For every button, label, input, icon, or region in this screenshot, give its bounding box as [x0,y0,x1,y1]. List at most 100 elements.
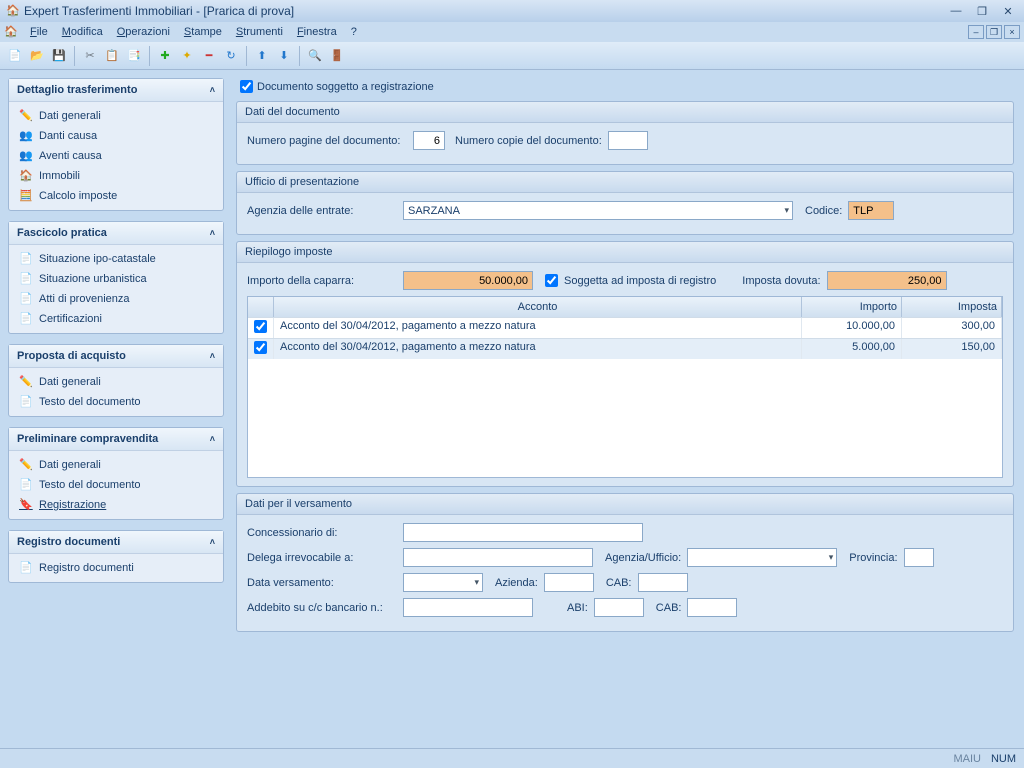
grid-col-acconto[interactable]: Acconto [274,297,802,317]
codice-input[interactable] [848,201,894,220]
panel-header[interactable]: Preliminare compravendita˄ [9,428,223,451]
copy-icon[interactable]: 📋 [103,47,121,65]
panel-header[interactable]: Fascicolo pratica˄ [9,222,223,245]
abi-input[interactable] [594,598,644,617]
concess-label: Concessionario di: [247,527,397,539]
menu-strumenti[interactable]: Strumenti [230,24,289,40]
open-icon[interactable]: 📂 [28,47,46,65]
delete-icon[interactable]: ━ [200,47,218,65]
cab2-input[interactable] [687,598,737,617]
menu-file[interactable]: File [24,24,54,40]
nav-item[interactable]: ✏️Dati generali [9,455,223,475]
chevron-up-icon: ˄ [210,85,215,95]
nav-label: Situazione ipo-catastale [39,253,156,265]
up-icon[interactable]: ⬆ [253,47,271,65]
nav-icon: 📄 [19,252,33,266]
nav-item[interactable]: 📄Testo del documento [9,475,223,495]
nav-label: Calcolo imposte [39,190,117,202]
sidebar-panel: Dettaglio trasferimento˄✏️Dati generali👥… [8,78,224,211]
paste-icon[interactable]: 📑 [125,47,143,65]
soggetta-checkbox[interactable] [545,274,558,287]
nav-item[interactable]: 🔖Registrazione [9,495,223,515]
menu-finestra[interactable]: Finestra [291,24,343,40]
addebito-input[interactable] [403,598,533,617]
nav-item[interactable]: 📄 Atti di provenienza [9,289,223,309]
abi-label: ABI: [567,602,588,614]
agenzia-uff-combo[interactable] [687,548,837,567]
menu-help[interactable]: ? [345,24,363,40]
minimize-button[interactable]: — [946,4,966,18]
grid-col-imposta[interactable]: Imposta [902,297,1002,317]
nav-icon: ✏️ [19,375,33,389]
cut-icon[interactable]: ✂ [81,47,99,65]
panel-header[interactable]: Registro documenti˄ [9,531,223,554]
table-row[interactable]: Acconto del 30/04/2012, pagamento a mezz… [248,338,1002,359]
separator [246,46,247,66]
down-icon[interactable]: ⬇ [275,47,293,65]
nav-item[interactable]: ✏️Dati generali [9,106,223,126]
statusbar: MAIU NUM [0,748,1024,768]
menu-operazioni[interactable]: Operazioni [111,24,176,40]
status-num: NUM [991,753,1016,765]
refresh-icon[interactable]: ↻ [222,47,240,65]
nav-item[interactable]: 📄 Situazione ipo-catastale [9,249,223,269]
doc-registration-checkbox[interactable] [240,80,253,93]
nav-item[interactable]: 🧮Calcolo imposte [9,186,223,206]
nav-item[interactable]: 📄Certificazioni [9,309,223,329]
nav-label: Atti di provenienza [39,293,130,305]
panel-header[interactable]: Proposta di acquisto˄ [9,345,223,368]
nav-item[interactable]: 👥Aventi causa [9,146,223,166]
grid-col-check[interactable] [248,297,274,317]
acconti-grid[interactable]: Acconto Importo Imposta Acconto del 30/0… [247,296,1003,478]
nav-label: Testo del documento [39,396,141,408]
azienda-input[interactable] [544,573,594,592]
mdi-restore-button[interactable]: ❐ [986,25,1002,39]
cab1-label: CAB: [606,577,632,589]
close-button[interactable]: ✕ [998,4,1018,18]
concess-input[interactable] [403,523,643,542]
table-row[interactable]: Acconto del 30/04/2012, pagamento a mezz… [248,317,1002,338]
mdi-minimize-button[interactable]: – [968,25,984,39]
nav-icon: 📄 [19,292,33,306]
dovuta-input[interactable] [827,271,947,290]
nav-item[interactable]: ✏️ Dati generali [9,372,223,392]
mdi-close-button[interactable]: × [1004,25,1020,39]
caparra-label: Importo della caparra: [247,275,397,287]
add-icon[interactable]: ✚ [156,47,174,65]
menu-stampe[interactable]: Stampe [178,24,228,40]
nav-item[interactable]: 📄Situazione urbanistica [9,269,223,289]
nav-item[interactable]: 👥Danti causa [9,126,223,146]
chevron-up-icon: ˄ [210,351,215,361]
maximize-button[interactable]: ❐ [972,4,992,18]
mdi-app-icon: 🏠 [4,25,18,39]
cell-desc: Acconto del 30/04/2012, pagamento a mezz… [274,339,802,359]
nav-item[interactable]: 📄Testo del documento [9,392,223,412]
chevron-up-icon: ˄ [210,434,215,444]
data-vers-combo[interactable] [403,573,483,592]
caparra-input[interactable] [403,271,533,290]
provincia-input[interactable] [904,548,934,567]
copie-input[interactable] [608,131,648,150]
nav-label: Dati generali [39,376,101,388]
new-icon[interactable]: 📄 [6,47,24,65]
panel-header[interactable]: Dettaglio trasferimento˄ [9,79,223,102]
group-title: Dati del documento [237,102,1013,123]
nav-item[interactable]: 📄Registro documenti [9,558,223,578]
row-checkbox[interactable] [254,341,267,354]
grid-col-importo[interactable]: Importo [802,297,902,317]
delega-input[interactable] [403,548,593,567]
nav-label: Registrazione [39,499,106,511]
pagine-input[interactable] [413,131,445,150]
nav-label: Certificazioni [39,313,102,325]
star-icon[interactable]: ✦ [178,47,196,65]
agenzia-combo[interactable]: SARZANA [403,201,793,220]
cab1-input[interactable] [638,573,688,592]
nav-item[interactable]: 🏠Immobili [9,166,223,186]
nav-icon: 👥 [19,129,33,143]
nav-icon: 👥 [19,149,33,163]
exit-icon[interactable]: 🚪 [328,47,346,65]
filter-icon[interactable]: 🔍 [306,47,324,65]
row-checkbox[interactable] [254,320,267,333]
save-icon[interactable]: 💾 [50,47,68,65]
menu-modifica[interactable]: Modifica [56,24,109,40]
